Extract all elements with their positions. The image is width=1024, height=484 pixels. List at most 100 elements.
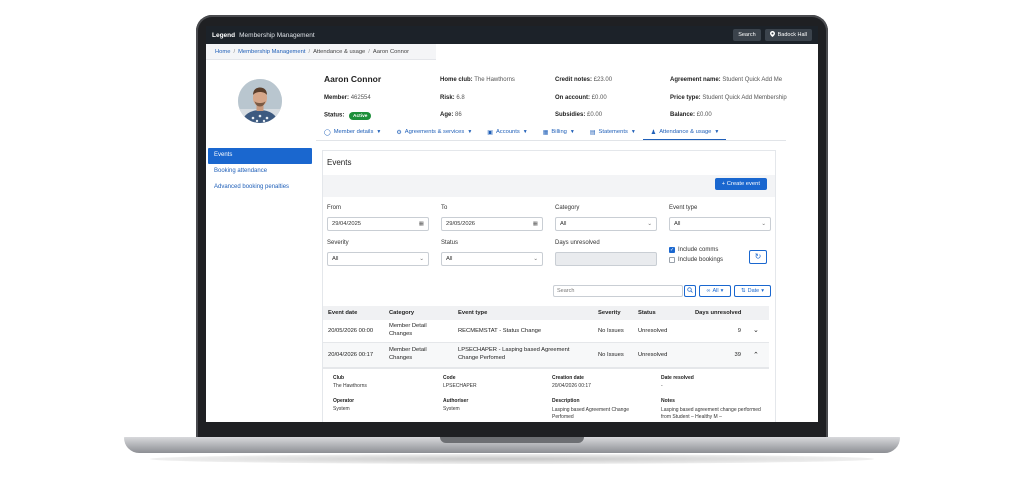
column-header-category[interactable]: Category [389,310,414,316]
detail-resolved-label: Date resolved [661,375,694,381]
tab-member-details[interactable]: ◯ Member details ▼ [316,126,388,140]
severity-select[interactable]: All ⌄ [327,252,429,266]
detail-notes: Notes Lasping based agreement change per… [661,398,761,421]
search-icon [687,287,693,295]
laptop-shadow [150,454,874,464]
tab-label: Attendance & usage [659,129,712,135]
search-button[interactable]: Search [733,29,761,41]
user-icon: ◯ [324,130,331,136]
event-type-cell: RECMEMSTAT - Status Change [458,328,542,334]
event-type-cell: LPSECHAPER - Lasping based Agreement Cha… [458,347,570,361]
chevron-down-icon: ⌄ [761,221,766,227]
status-filter-label: Status [441,240,459,246]
brand-logo: Legend [212,31,236,39]
category-select[interactable]: All ⌄ [555,217,657,231]
include-comms-checkbox[interactable]: ✓ Include comms [669,247,718,253]
balance-field: Balance: £0.00 [670,112,712,118]
home-club-field: Home club: The Hawthorns [440,77,515,83]
chevron-down-icon: ⌄ [419,256,424,262]
from-label: From [327,205,341,211]
subsidies-value: £0.00 [587,112,603,118]
category-value: All [560,221,567,227]
chevron-down-icon[interactable]: ⌄ [753,326,759,334]
tab-agreements-services[interactable]: ⚙ Agreements & services ▼ [388,126,479,140]
days-cell: 9 [737,328,741,334]
column-header-days-unresolved[interactable]: Days unresolved [695,310,741,316]
chevron-up-icon[interactable]: ⌃ [753,351,759,359]
topbar-actions: Search Badock Hall [733,29,812,41]
tab-label: Billing [551,129,567,135]
tab-accounts[interactable]: ▣ Accounts ▼ [479,126,534,140]
column-header-event-date[interactable]: Event date [328,310,357,316]
sort-date-button[interactable]: ⇅ Date ▾ [734,285,771,297]
sidebar-item-advanced-booking-penalties[interactable]: Advanced booking penalties [208,180,312,196]
sort-label: Date [747,288,760,294]
tab-billing[interactable]: ▦ Billing ▼ [535,126,582,140]
chevron-down-icon: ⌄ [533,256,538,262]
person-icon: ♟ [650,130,657,136]
breadcrumb-home[interactable]: Home [215,49,230,55]
detail-description: Description Lasping based Agreement Chan… [552,398,648,421]
days-unresolved-input[interactable] [555,252,657,266]
detail-code: Code LPSECHAPER [443,375,477,389]
from-date-input[interactable]: 29/04/2025 ▦ [327,217,429,231]
to-date-value: 29/05/2026 [446,221,476,227]
to-date-input[interactable]: 29/05/2026 ▦ [441,217,543,231]
tab-statements[interactable]: ▤ Statements ▼ [582,126,643,140]
event-type-select[interactable]: All ⌄ [669,217,771,231]
laptop-notch [440,437,584,443]
credit-notes-value: £23.00 [593,77,613,83]
member-name: Aaron Connor [324,74,382,84]
refresh-button[interactable]: ↻ [749,250,767,264]
breadcrumb-section[interactable]: Membership Management [238,49,305,55]
detail-created-value: 20/04/2026 00:17 [552,383,591,389]
chevron-down-icon: ▼ [630,129,636,135]
events-panel: Events + Create event From 29/04/2025 ▦ … [322,150,776,422]
sidebar-item-events[interactable]: Events [208,148,312,164]
create-event-button[interactable]: + Create event [714,178,767,190]
severity-cell: No Issues [598,328,624,334]
status-label: Status: [324,112,345,119]
events-search-input[interactable]: Search [553,285,683,297]
chevron-down-icon: ▼ [522,129,528,135]
table-row[interactable]: 20/05/2026 00:00 Member Detail Changes R… [323,320,769,343]
location-button[interactable]: Badock Hall [764,29,812,41]
event-type-label: Event type [669,205,698,211]
avatar [238,79,282,123]
category-cell: Member Detail Changes [389,323,427,337]
agreement-name-label: Agreement name: [670,77,721,83]
sliders-icon: ⚙ [396,130,402,136]
tab-attendance-usage[interactable]: ♟ Attendance & usage ▼ [642,126,727,140]
home-club-label: Home club: [440,77,473,83]
sidebar-item-booking-attendance[interactable]: Booking attendance [208,164,312,180]
age-label: Age: [440,112,454,118]
on-account-label: On account: [555,95,591,101]
filter-all-button[interactable]: ∞ All ▾ [699,285,731,297]
table-row[interactable]: 20/04/2026 00:17 Member Detail Changes L… [323,343,769,368]
credit-notes-field: Credit notes: £23.00 [555,77,612,83]
status-field: Status: Active [324,112,372,120]
severity-value: All [332,256,339,262]
member-number-label: Member: [324,95,350,101]
location-pin-icon [769,31,775,39]
laptop-stage: Legend Membership Management Search Bado… [0,0,1024,484]
chevron-down-icon: ⌄ [647,221,652,227]
risk-field: Risk: 6.8 [440,95,465,101]
include-bookings-checkbox[interactable]: Include bookings [669,257,723,263]
status-select[interactable]: All ⌄ [441,252,543,266]
search-submit-button[interactable] [684,285,696,297]
create-event-label: Create event [726,181,760,187]
member-number-field: Member: 462554 [324,95,371,101]
events-table-header: Event date Category Event type Severity … [323,306,769,320]
column-header-event-type[interactable]: Event type [458,310,487,316]
column-header-severity[interactable]: Severity [598,310,621,316]
chevron-down-icon: ▾ [761,288,764,294]
column-header-status[interactable]: Status [638,310,656,316]
detail-date-resolved: Date resolved - [661,375,694,389]
detail-code-value: LPSECHAPER [443,383,477,389]
age-value: 86 [455,112,462,118]
breadcrumb-separator: / [308,48,311,55]
tab-label: Accounts [495,129,520,135]
checkbox-unchecked-icon [669,257,675,263]
checkbox-checked-icon: ✓ [669,247,675,253]
